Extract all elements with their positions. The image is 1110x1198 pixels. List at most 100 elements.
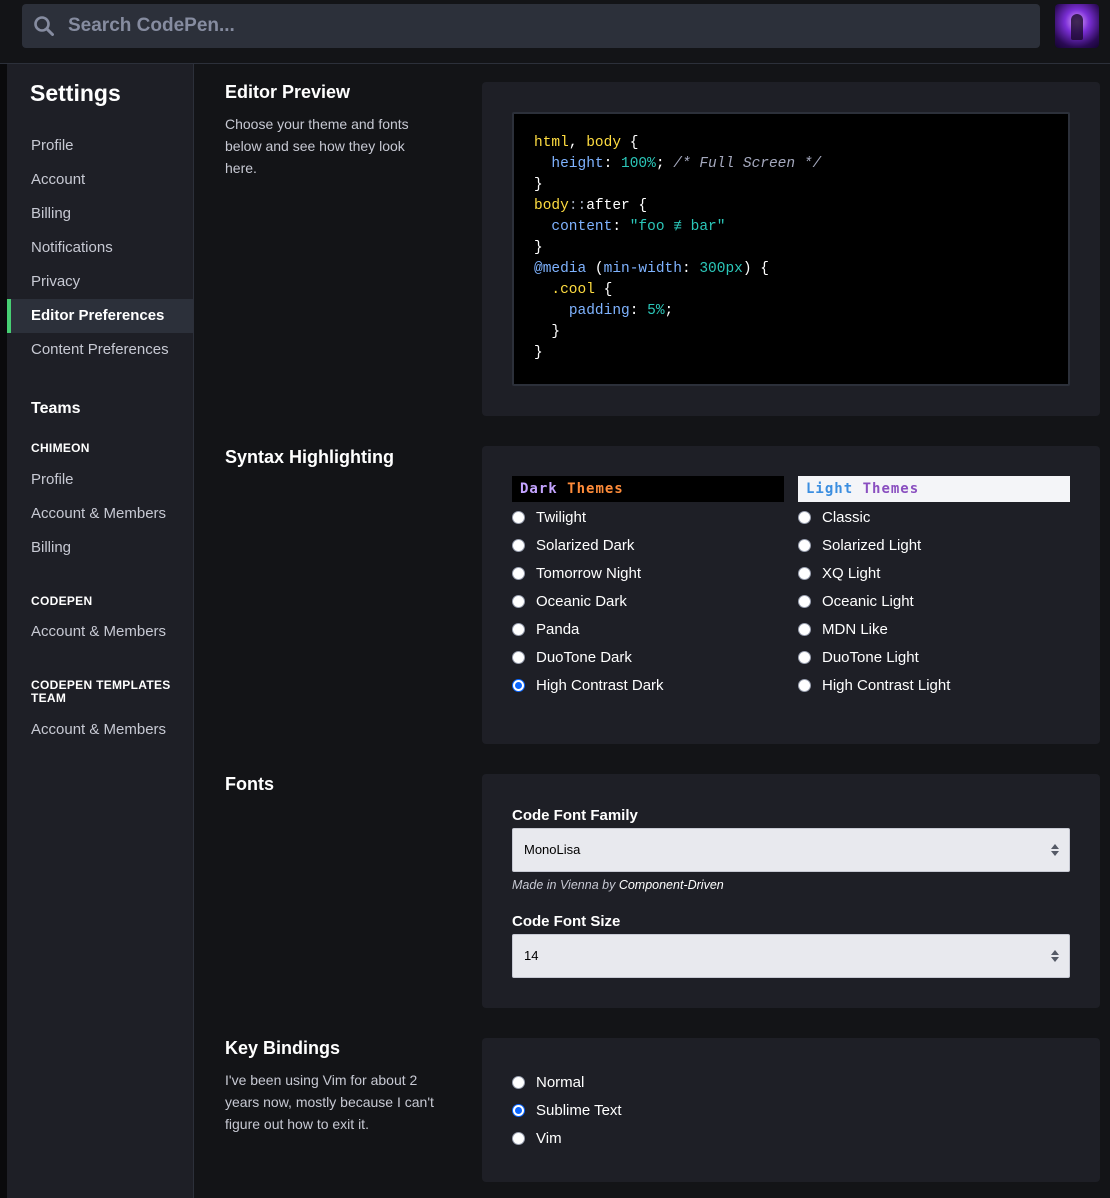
editor-preview-panel: html, body { height: 100%; /* Full Scree… [482,82,1100,416]
team-group-codepen-templates: CODEPEN TEMPLATES TEAM [31,678,171,705]
keybinding-option-normal[interactable]: Normal [512,1072,584,1092]
sidebar-item-codepen-account-members[interactable]: Account & Members [7,615,194,649]
code-line-3: } [534,177,543,193]
dark-themes-header-a: Dark [520,481,558,497]
radio-icon[interactable] [512,566,525,580]
theme-option-tomorrow-night[interactable]: Tomorrow Night [512,563,641,583]
sidebar-item-privacy[interactable]: Privacy [7,265,194,299]
radio-icon[interactable] [798,538,811,552]
code-font-family-label: Code Font Family [512,807,638,824]
theme-option-label: Panda [536,620,580,638]
code-font-size-value: 14 [524,948,539,963]
team-group-codepen: CODEPEN [31,594,93,608]
theme-option-high-contrast-light[interactable]: High Contrast Light [798,675,950,695]
radio-icon[interactable] [512,650,525,664]
main-content: Editor Preview Choose your theme and fon… [195,64,1110,1198]
radio-icon[interactable] [798,510,811,524]
code-line-7: @media (min-width: 300px) { [534,261,769,277]
search-input[interactable] [66,14,970,38]
theme-option-label: XQ Light [822,564,881,582]
code-line-1: html, body { [534,135,639,151]
light-themes-header-a: Light [806,481,854,497]
theme-option-high-contrast-dark[interactable]: High Contrast Dark [512,675,664,695]
dark-themes-header-b: Themes [567,481,624,497]
theme-option-solarized-light[interactable]: Solarized Light [798,535,921,555]
radio-icon[interactable] [512,538,525,552]
radio-checked-icon[interactable] [512,678,525,692]
code-font-size-select[interactable]: 14 [512,934,1070,978]
teams-heading: Teams [31,400,81,417]
sidebar-item-billing[interactable]: Billing [7,197,194,231]
sidebar-item-account[interactable]: Account [7,163,194,197]
avatar[interactable] [1055,4,1099,48]
theme-option-solarized-dark[interactable]: Solarized Dark [512,535,634,555]
sidebar-item-content-preferences[interactable]: Content Preferences [7,333,194,367]
radio-checked-icon[interactable] [512,1103,525,1117]
sidebar-item-notifications[interactable]: Notifications [7,231,194,265]
theme-option-duotone-light[interactable]: DuoTone Light [798,647,919,667]
theme-option-duotone-dark[interactable]: DuoTone Dark [512,647,632,667]
theme-option-label: High Contrast Dark [536,676,664,694]
keybindings-section-label: Key Bindings I've been using Vim for abo… [225,1038,435,1135]
left-edge [0,64,7,1198]
code-line-5: content: "foo ≢ bar" [551,219,726,235]
keybinding-option-vim[interactable]: Vim [512,1128,562,1148]
select-arrows-icon [1051,950,1059,962]
code-line-4: body::after { [534,198,648,214]
keybinding-option-label: Vim [536,1129,562,1147]
sidebar-item-profile[interactable]: Profile [7,129,194,163]
keybindings-title: Key Bindings [225,1038,341,1058]
fonts-title: Fonts [225,774,274,794]
theme-option-label: Twilight [536,508,587,526]
theme-option-panda[interactable]: Panda [512,619,579,639]
sidebar: Settings Profile Account Billing Notific… [7,64,194,1198]
theme-option-label: Classic [822,508,871,526]
keybinding-option-sublime-text[interactable]: Sublime Text [512,1100,622,1120]
editor-preview-section-label: Editor Preview Choose your theme and fon… [225,82,435,179]
fonts-section-label: Fonts [225,774,435,795]
code-line-10: } [534,324,561,340]
theme-option-label: Oceanic Dark [536,592,627,610]
radio-icon[interactable] [798,566,811,580]
light-themes-header-b: Themes [862,481,920,497]
sidebar-item-templates-account-members[interactable]: Account & Members [7,713,194,747]
dark-themes-header: Dark Themes [512,476,784,502]
theme-option-oceanic-dark[interactable]: Oceanic Dark [512,591,627,611]
syntax-title: Syntax Highlighting [225,447,394,467]
theme-option-mdn-like[interactable]: MDN Like [798,619,888,639]
font-credit-author[interactable]: Component-Driven [619,878,724,892]
radio-icon[interactable] [512,510,525,524]
sidebar-item-chimeon-account-members[interactable]: Account & Members [7,497,194,531]
sidebar-item-chimeon-profile[interactable]: Profile [7,463,194,497]
radio-icon[interactable] [512,1131,525,1145]
keybindings-panel: Normal Sublime Text Vim [482,1038,1100,1182]
theme-option-label: Oceanic Light [822,592,914,610]
light-themes-header: Light Themes [798,476,1070,502]
code-font-family-select[interactable]: MonoLisa [512,828,1070,872]
theme-option-label: Solarized Dark [536,536,635,554]
radio-icon[interactable] [798,678,811,692]
code-line-6: } [534,240,543,256]
theme-option-twilight[interactable]: Twilight [512,507,586,527]
radio-icon[interactable] [512,594,525,608]
code-font-family-value: MonoLisa [524,842,581,857]
editor-preview-title: Editor Preview [225,82,351,102]
theme-option-label: Tomorrow Night [536,564,642,582]
sidebar-item-chimeon-billing[interactable]: Billing [7,531,194,565]
code-preview: html, body { height: 100%; /* Full Scree… [512,112,1070,386]
theme-option-label: High Contrast Light [822,676,951,694]
settings-title: Settings [30,80,121,106]
radio-icon[interactable] [512,622,525,636]
radio-icon[interactable] [512,1075,525,1089]
radio-icon[interactable] [798,650,811,664]
syntax-panel: Dark Themes Light Themes Twilight Solari… [482,446,1100,744]
theme-option-classic[interactable]: Classic [798,507,870,527]
keybinding-option-label: Sublime Text [536,1101,622,1119]
search-bar[interactable] [22,4,1040,48]
theme-option-xq-light[interactable]: XQ Light [798,563,880,583]
radio-icon[interactable] [798,594,811,608]
radio-icon[interactable] [798,622,811,636]
sidebar-item-editor-preferences[interactable]: Editor Preferences [7,299,194,333]
theme-option-oceanic-light[interactable]: Oceanic Light [798,591,914,611]
top-bar [0,0,1110,64]
